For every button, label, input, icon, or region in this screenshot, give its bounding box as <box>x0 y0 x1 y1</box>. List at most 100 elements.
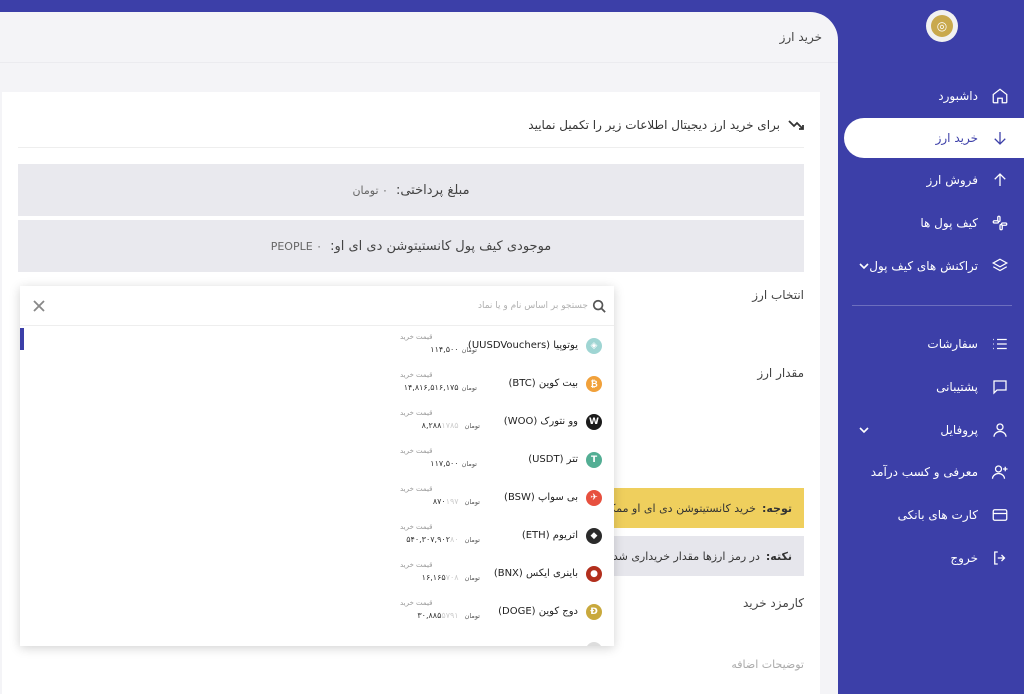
credit-card-icon <box>990 505 1010 525</box>
page-title: خرید ارز <box>779 30 822 44</box>
sidebar-item-profile[interactable]: پروفایل <box>838 410 1024 450</box>
price-faded: ۱۹۷ <box>445 497 459 506</box>
price-unit: تومان <box>464 612 480 620</box>
sidebar-item-label: خرید ارز <box>935 131 978 145</box>
sidebar-item-label: پروفایل <box>940 423 978 437</box>
logo-icon: ◎ <box>931 15 953 37</box>
coin-option[interactable]: Ð دوج کوین (DOGE) قیمت خرید تومان ۳۰,۸۸۵۵۷۹۱ <box>20 594 614 632</box>
payment-box: مبلغ پرداختی: ۰ تومان <box>18 164 804 216</box>
price-unit: تومان <box>461 346 477 354</box>
price-label: قیمت خرید <box>400 447 433 455</box>
price-faded: ۷۰۸ <box>445 573 459 582</box>
coin-price: تومان ۳۰,۸۸۵۵۷۹۱ <box>400 611 480 620</box>
sidebar-item-dashboard[interactable]: داشبورد <box>838 76 1024 116</box>
sidebar-item-referral[interactable]: معرفی و کسب درآمد <box>838 452 1024 492</box>
price-value: ۳۰,۸۸۵ <box>417 611 442 620</box>
price-label: قیمت خرید <box>400 371 433 379</box>
coin-name: دوج کوین (DOGE) <box>498 606 578 617</box>
sidebar-item-bank-cards[interactable]: کارت های بانکی <box>838 495 1024 535</box>
sidebar-item-wallet-transactions[interactable]: تراکنش های کیف پول <box>838 246 1024 286</box>
coin-logo-icon: ◆ <box>586 528 602 544</box>
sidebar-item-orders[interactable]: سفارشات <box>838 324 1024 364</box>
price-unit: تومان <box>464 422 480 430</box>
wallet-value: PEOPLE ۰ <box>270 239 323 253</box>
arrow-down-icon <box>990 128 1010 148</box>
tip-text: در رمز ارزها مقدار خریداری شده <box>607 549 760 563</box>
price-unit: تومان <box>461 384 477 392</box>
sidebar-item-sell[interactable]: فروش ارز <box>838 160 1024 200</box>
warning-note: توجه: خرید کانستیتوشن دی ای او ممکن <box>592 488 804 528</box>
sidebar: ◎ داشبورد خرید ارز فروش ارز کیف پول ها ت… <box>838 0 1024 694</box>
select-currency-label: انتخاب ارز <box>752 288 804 302</box>
coin-option[interactable]: ◈ یوتوپیا (UUSDVouchers) قیمت خرید تومان۱۱۴… <box>20 328 614 366</box>
user-plus-icon <box>990 462 1010 482</box>
list-icon <box>990 334 1010 354</box>
sidebar-item-label: پشتیبانی <box>936 380 978 394</box>
coin-option[interactable]: ₿ بیت کوین (BTC) قیمت خرید تومان۱۴,۸۱۶,۵۱۶,… <box>20 366 614 404</box>
coin-logo-icon <box>586 642 602 646</box>
price-value: ۱۱۴,۵۰۰ <box>430 345 459 354</box>
coin-option[interactable]: T تتر (USDT) قیمت خرید تومان۱۱۷,۵۰۰ <box>20 442 614 480</box>
payment-label: مبلغ پرداختی: <box>395 182 470 198</box>
sidebar-item-label: تراکنش های کیف پول <box>869 259 978 273</box>
sidebar-item-buy[interactable]: خرید ارز <box>844 118 1024 158</box>
sidebar-item-wallets[interactable]: کیف پول ها <box>838 203 1024 243</box>
arrow-up-icon <box>990 170 1010 190</box>
coin-price: تومان ۱۶,۱۶۵۷۰۸ <box>400 573 480 582</box>
price-value: ۱۶,۱۶۵ <box>421 573 446 582</box>
price-faded: ۵۷۹۱ <box>441 611 459 620</box>
coin-logo-icon: T <box>586 452 602 468</box>
trending-down-icon <box>788 119 804 131</box>
sidebar-item-logout[interactable]: خروج <box>838 538 1024 578</box>
coin-option[interactable]: W وو نتورک (WOO) قیمت خرید تومان ۸,۲۸۸۱۷۸۵ <box>20 404 614 442</box>
coin-option[interactable]: ✈ بی سواپ (BSW) قیمت خرید تومان ۸۷۰۱۹۷ <box>20 480 614 518</box>
coin-option[interactable]: ◆ اتریوم (ETH) قیمت خرید تومان ۵۴۰,۳۰۷,۹۰۲۸۰ <box>20 518 614 556</box>
intro-text-row: برای خرید ارز دیجیتال اطلاعات زیر را تکم… <box>528 118 804 132</box>
coin-name: باینری ایکس (BNX) <box>493 568 578 579</box>
user-icon <box>990 420 1010 440</box>
home-icon <box>990 86 1010 106</box>
price-label: قیمت خرید <box>400 333 433 341</box>
price-unit: تومان <box>464 498 480 506</box>
price-unit: تومان <box>461 460 477 468</box>
tip-note: نکته: در رمز ارزها مقدار خریداری شده <box>592 536 804 576</box>
intro-text: برای خرید ارز دیجیتال اطلاعات زیر را تکم… <box>528 118 780 132</box>
coin-price: تومان ۸۷۰۱۹۷ <box>400 497 480 506</box>
chevron-down-icon <box>858 424 870 436</box>
wallet-balance-box: موجودی کیف پول کانستیتوشن دی ای او: PEOP… <box>18 220 804 272</box>
sidebar-item-label: فروش ارز <box>926 173 978 187</box>
price-value: ۱۱۷,۵۰۰ <box>430 459 459 468</box>
price-value: ۸۷۰ <box>432 497 446 506</box>
currency-dropdown[interactable]: ◈یوتوپیا (UUSDVouchers)قیمت خریدتومان۱۱۴… <box>20 286 614 646</box>
logo[interactable]: ◎ <box>926 10 958 42</box>
coin-price: تومان۱۱۴,۵۰۰ <box>400 345 480 354</box>
price-unit: تومان <box>464 574 480 582</box>
price-unit: تومان <box>464 536 480 544</box>
coin-price: تومان ۵۴۰,۳۰۷,۹۰۲۸۰ <box>400 535 480 544</box>
coin-logo-icon: ◈ <box>586 338 602 354</box>
sidebar-item-support[interactable]: پشتیبانی <box>838 367 1024 407</box>
coin-option[interactable]: ● باینری ایکس (BNX) قیمت خرید تومان ۱۶,۱۶۵۷۰… <box>20 556 614 594</box>
coin-price: تومان۱۱۷,۵۰۰ <box>400 459 480 468</box>
sidebar-item-label: معرفی و کسب درآمد <box>870 465 978 479</box>
price-label: قیمت خرید <box>400 561 433 569</box>
coin-name: بیت کوین (BTC) <box>508 378 578 389</box>
sidebar-divider <box>852 305 1012 306</box>
coin-name: تتر (USDT) <box>528 454 578 465</box>
coin-logo-icon: Ð <box>586 604 602 620</box>
currency-search-input[interactable] <box>288 296 588 316</box>
sidebar-item-label: کارت های بانکی <box>897 508 978 522</box>
close-icon[interactable] <box>30 298 46 314</box>
coin-logo-icon: ✈ <box>586 490 602 506</box>
coin-option[interactable] <box>20 632 614 646</box>
dropdown-search-bar <box>20 286 614 326</box>
coin-name: یوتوپیا (UUSDVouchers) <box>467 340 578 351</box>
price-label: قیمت خرید <box>400 409 433 417</box>
sidebar-item-label: خروج <box>950 551 978 565</box>
logout-icon <box>990 548 1010 568</box>
wallet-label: موجودی کیف پول کانستیتوشن دی ای او: <box>330 238 552 254</box>
extra-description-placeholder[interactable]: توضیحات اضافه <box>731 658 804 671</box>
coin-name: بی سواپ (BSW) <box>504 492 578 503</box>
sidebar-item-label: داشبورد <box>938 89 978 103</box>
coin-name: وو نتورک (WOO) <box>503 416 578 427</box>
